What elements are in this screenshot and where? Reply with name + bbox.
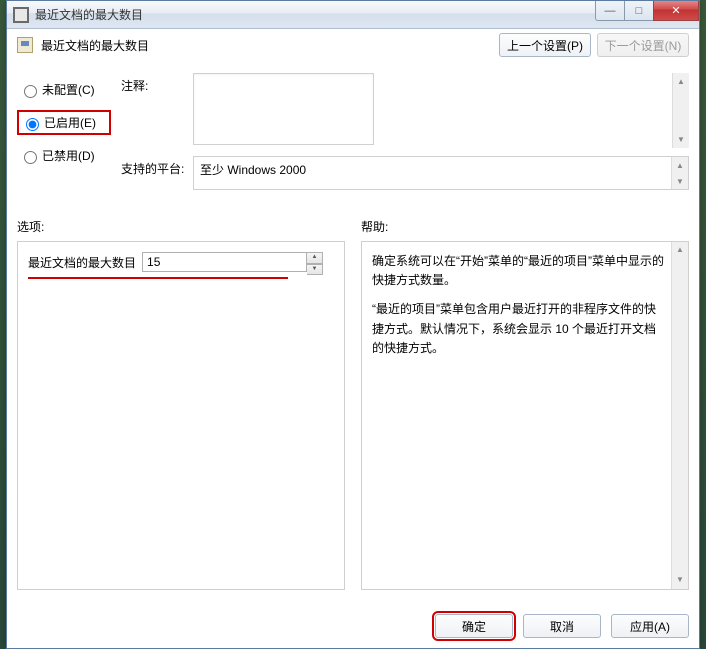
dialog-window: 最近文档的最大数目 — □ ✕ 最近文档的最大数目 上一个设置(P) 下一个设置… (6, 0, 700, 649)
comment-textarea[interactable] (193, 73, 374, 145)
option-row: 最近文档的最大数目 ▲ ▼ (28, 252, 288, 279)
window-title: 最近文档的最大数目 (35, 6, 143, 23)
ok-button[interactable]: 确定 (435, 614, 513, 638)
radio-disabled-label: 已禁用(D) (42, 147, 95, 164)
scroll-up-icon[interactable]: ▲ (672, 157, 688, 173)
options-body: 最近文档的最大数目 ▲ ▼ (17, 241, 345, 590)
radio-not-configured[interactable]: 未配置(C) (17, 79, 111, 100)
scroll-down-icon[interactable]: ▼ (673, 131, 689, 148)
help-scrollbar[interactable]: ▲ ▼ (671, 242, 688, 589)
radio-disabled-input[interactable] (24, 151, 37, 164)
titlebar[interactable]: 最近文档的最大数目 — □ ✕ (7, 1, 699, 29)
quantity-stepper[interactable]: ▲ ▼ (142, 252, 323, 275)
page-title: 最近文档的最大数目 (41, 37, 493, 54)
scroll-down-icon[interactable]: ▼ (672, 173, 688, 189)
option-label: 最近文档的最大数目 (28, 254, 136, 273)
radio-column: 未配置(C) 已启用(E) 已禁用(D) (17, 73, 111, 198)
platform-box: 至少 Windows 2000 ▲ ▼ (193, 156, 689, 190)
config-area: 未配置(C) 已启用(E) 已禁用(D) 注释: ▲ (17, 73, 689, 198)
option-value-input[interactable] (142, 252, 307, 272)
radio-enabled-label: 已启用(E) (44, 114, 96, 131)
spin-down-button[interactable]: ▼ (307, 264, 323, 276)
help-body: 确定系统可以在“开始”菜单的“最近的项目”菜单中显示的快捷方式数量。 “最近的项… (361, 241, 689, 590)
footer: 确定 取消 应用(A) (435, 604, 689, 638)
platform-row: 支持的平台: 至少 Windows 2000 ▲ ▼ (121, 156, 689, 190)
apply-button[interactable]: 应用(A) (611, 614, 689, 638)
fields-column: 注释: ▲ ▼ 支持的平台: 至少 Windows 2000 ▲ (121, 73, 689, 198)
comment-label: 注释: (121, 73, 193, 148)
radio-disabled[interactable]: 已禁用(D) (17, 145, 111, 166)
minimize-button[interactable]: — (595, 1, 625, 21)
platform-value: 至少 Windows 2000 (200, 161, 306, 178)
comment-row: 注释: ▲ ▼ (121, 73, 689, 148)
radio-enabled[interactable]: 已启用(E) (17, 110, 111, 135)
maximize-button[interactable]: □ (624, 1, 654, 21)
help-paragraph-2: “最近的项目”菜单包含用户最近打开的非程序文件的快捷方式。默认情况下，系统会显示… (372, 300, 666, 358)
scroll-up-icon[interactable]: ▲ (672, 242, 688, 259)
scroll-up-icon[interactable]: ▲ (673, 73, 689, 90)
comment-scrollbar[interactable]: ▲ ▼ (672, 73, 689, 148)
spin-up-button[interactable]: ▲ (307, 252, 323, 264)
help-label: 帮助: (361, 218, 689, 235)
help-paragraph-1: 确定系统可以在“开始”菜单的“最近的项目”菜单中显示的快捷方式数量。 (372, 252, 666, 290)
platform-label: 支持的平台: (121, 156, 193, 190)
radio-not-configured-label: 未配置(C) (42, 81, 95, 98)
close-button[interactable]: ✕ (653, 1, 699, 21)
next-setting-button: 下一个设置(N) (597, 33, 689, 57)
options-pane: 选项: 最近文档的最大数目 ▲ ▼ (17, 218, 345, 590)
scroll-down-icon[interactable]: ▼ (672, 572, 688, 589)
cancel-button[interactable]: 取消 (523, 614, 601, 638)
policy-icon (17, 37, 33, 53)
radio-not-configured-input[interactable] (24, 85, 37, 98)
content-area: 最近文档的最大数目 上一个设置(P) 下一个设置(N) 未配置(C) 已启用(E… (17, 33, 689, 638)
platform-scrollbar[interactable]: ▲ ▼ (671, 157, 688, 189)
window-buttons: — □ ✕ (596, 1, 699, 21)
previous-setting-button[interactable]: 上一个设置(P) (499, 33, 591, 57)
panes: 选项: 最近文档的最大数目 ▲ ▼ 帮助: (17, 218, 689, 590)
options-label: 选项: (17, 218, 345, 235)
header-row: 最近文档的最大数目 上一个设置(P) 下一个设置(N) (17, 33, 689, 57)
radio-enabled-input[interactable] (26, 118, 39, 131)
app-icon (13, 7, 29, 23)
help-pane: 帮助: 确定系统可以在“开始”菜单的“最近的项目”菜单中显示的快捷方式数量。 “… (361, 218, 689, 590)
